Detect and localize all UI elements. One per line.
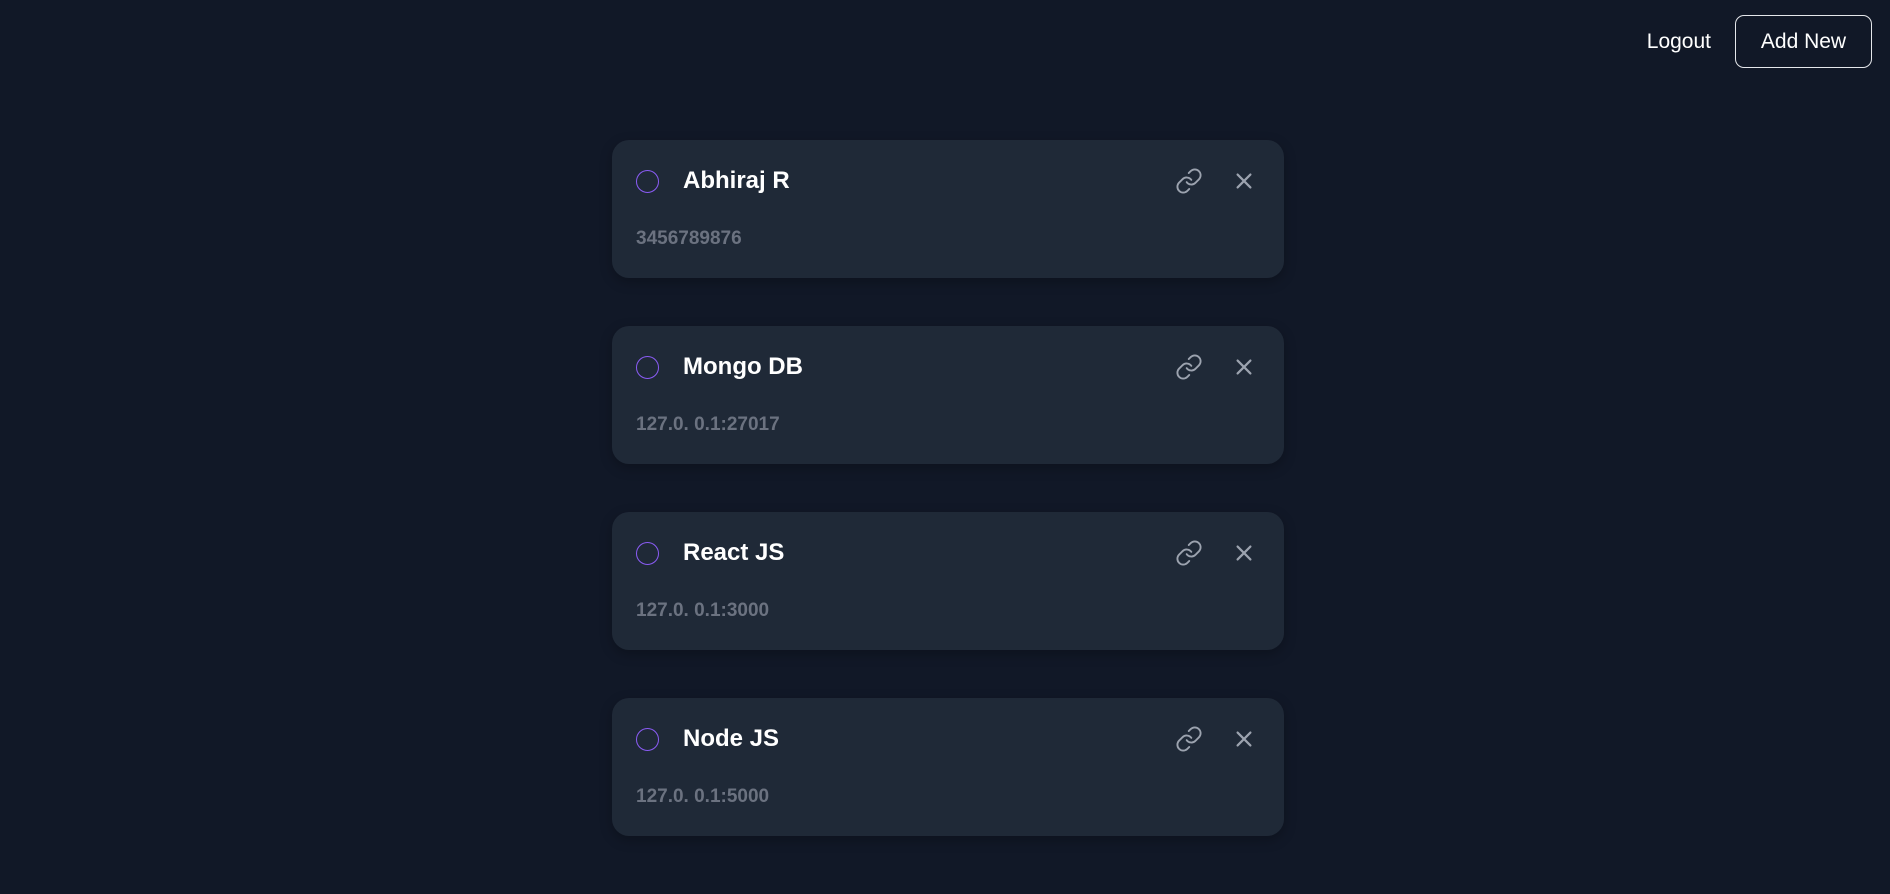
select-radio[interactable]	[636, 728, 659, 751]
logout-link[interactable]: Logout	[1647, 26, 1711, 58]
list-card: Abhiraj R 3456789876	[612, 140, 1284, 278]
list-card: React JS 127.0. 0.1:3000	[612, 512, 1284, 650]
card-title: Mongo DB	[683, 353, 803, 380]
close-icon[interactable]	[1233, 170, 1255, 192]
link-icon[interactable]	[1175, 725, 1203, 753]
card-title: React JS	[683, 539, 785, 566]
top-nav: Logout Add New	[1647, 15, 1872, 68]
add-new-button[interactable]: Add New	[1735, 15, 1872, 68]
list-card: Mongo DB 127.0. 0.1:27017	[612, 326, 1284, 464]
card-title: Node JS	[683, 725, 780, 752]
close-icon[interactable]	[1233, 542, 1255, 564]
link-icon[interactable]	[1175, 539, 1203, 567]
card-list: Abhiraj R 3456789876 Mongo DB 127.0. 0.1…	[612, 140, 1284, 836]
card-subtitle: 3456789876	[636, 228, 742, 249]
close-icon[interactable]	[1233, 356, 1255, 378]
link-icon[interactable]	[1175, 167, 1203, 195]
card-subtitle: 127.0. 0.1:3000	[636, 600, 770, 621]
select-radio[interactable]	[636, 356, 659, 379]
link-icon[interactable]	[1175, 353, 1203, 381]
card-subtitle: 127.0. 0.1:27017	[636, 414, 780, 435]
select-radio[interactable]	[636, 542, 659, 565]
list-card: Node JS 127.0. 0.1:5000	[612, 698, 1284, 836]
select-radio[interactable]	[636, 170, 659, 193]
close-icon[interactable]	[1233, 728, 1255, 750]
card-subtitle: 127.0. 0.1:5000	[636, 786, 770, 807]
card-title: Abhiraj R	[683, 167, 790, 194]
